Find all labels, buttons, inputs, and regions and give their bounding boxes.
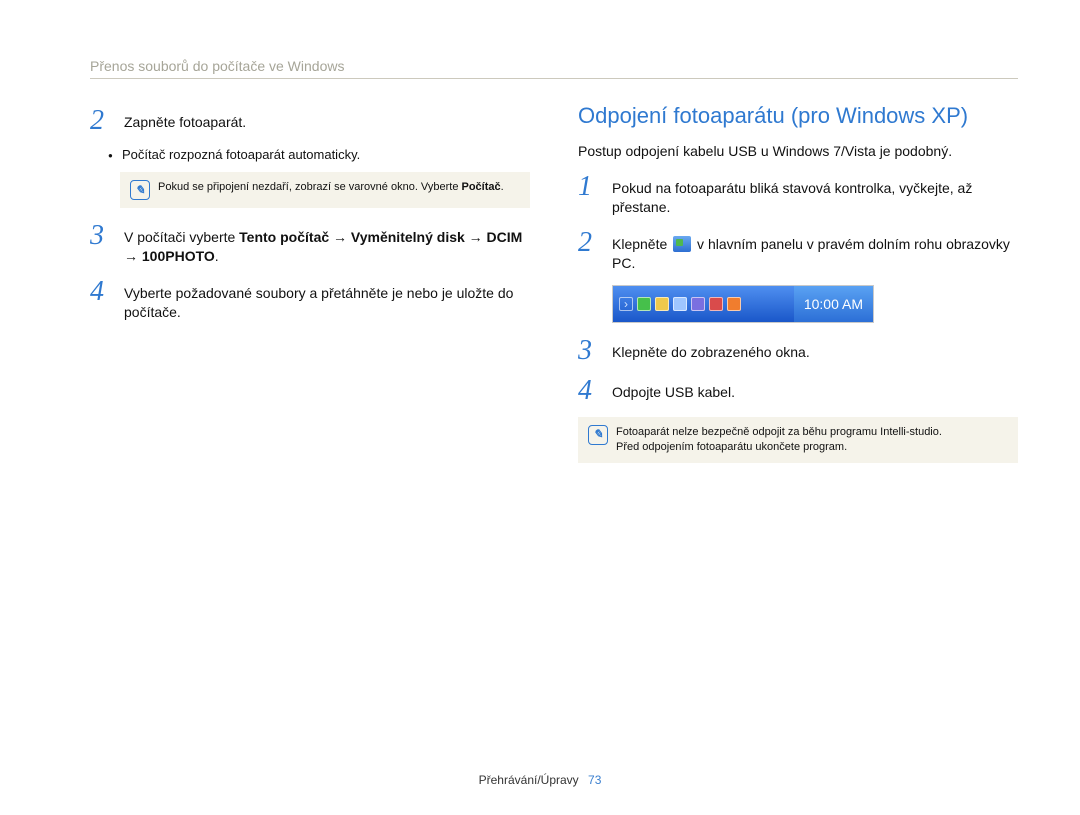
step3-tail: .: [215, 248, 219, 264]
content-columns: 2 Zapněte fotoaparát. Počítač rozpozná f…: [90, 103, 1018, 477]
note-line1: Fotoaparát nelze bezpečně odpojit za běh…: [616, 426, 942, 438]
tray-icon: [673, 297, 687, 311]
page-footer: Přehrávání/Úpravy 73: [0, 773, 1080, 787]
taskbar-clock: 10:00 AM: [794, 286, 873, 322]
step2-tail: v hlavním panelu v pravém dolním rohu ob…: [612, 236, 1010, 271]
note-text-tail: .: [501, 181, 504, 193]
step2-lead: Klepněte: [612, 236, 671, 252]
step-number: 4: [90, 278, 112, 322]
step-text: Vyberte požadované soubory a přetáhněte …: [124, 278, 530, 322]
right-column: Odpojení fotoaparátu (pro Windows XP) Po…: [578, 103, 1018, 477]
note-line2: Před odpojením fotoaparátu ukončete prog…: [616, 441, 847, 453]
step-text: Klepněte v hlavním panelu v pravém dolní…: [612, 229, 1018, 273]
right-step-2: 2 Klepněte v hlavním panelu v pravém dol…: [578, 229, 1018, 273]
step-text: Zapněte fotoaparát.: [124, 107, 246, 135]
note-icon: ✎: [130, 180, 150, 200]
left-note: ✎ Pokud se připojení nezdaří, zobrazí se…: [120, 172, 530, 208]
right-step-3: 3 Klepněte do zobrazeného okna.: [578, 337, 1018, 365]
step-number: 1: [578, 173, 600, 217]
step-number: 2: [578, 229, 600, 273]
note-text: Pokud se připojení nezdaří, zobrazí se v…: [158, 180, 504, 195]
page-header: Přenos souborů do počítače ve Windows: [90, 58, 1018, 74]
right-step-4: 4 Odpojte USB kabel.: [578, 377, 1018, 405]
step-text: Pokud na fotoaparátu bliká stavová kontr…: [612, 173, 1018, 217]
header-rule: [90, 78, 1018, 79]
left-step-4: 4 Vyberte požadované soubory a přetáhnět…: [90, 278, 530, 322]
step3-lead: V počítači vyberte: [124, 229, 239, 245]
tray-shield-icon: [655, 297, 669, 311]
tray-icon: [637, 297, 651, 311]
note-text: Fotoaparát nelze bezpečně odpojit za běh…: [616, 425, 942, 456]
right-step-1: 1 Pokud na fotoaparátu bliká stavová kon…: [578, 173, 1018, 217]
left-step-3: 3 V počítači vyberte Tento počítač → Vym…: [90, 222, 530, 266]
footer-page-number: 73: [588, 773, 601, 787]
left-column: 2 Zapněte fotoaparát. Počítač rozpozná f…: [90, 103, 530, 477]
step-number: 3: [90, 222, 112, 266]
section-title: Odpojení fotoaparátu (pro Windows XP): [578, 103, 1018, 129]
footer-section: Přehrávání/Úpravy: [479, 773, 579, 787]
safely-remove-icon: [673, 236, 691, 252]
step-number: 3: [578, 337, 600, 365]
right-note: ✎ Fotoaparát nelze bezpečně odpojit za b…: [578, 417, 1018, 464]
note-icon: ✎: [588, 425, 608, 445]
section-lead: Postup odpojení kabelu USB u Windows 7/V…: [578, 143, 1018, 159]
left-step-2: 2 Zapněte fotoaparát.: [90, 107, 530, 135]
step-number: 2: [90, 107, 112, 135]
tray-icon: [727, 297, 741, 311]
tray-icon: [691, 297, 705, 311]
taskbar-screenshot: › 10:00 AM: [612, 285, 874, 323]
step-text: V počítači vyberte Tento počítač → Vyměn…: [124, 222, 530, 266]
tray-expand-icon: ›: [619, 297, 633, 311]
note-text-part: Pokud se připojení nezdaří, zobrazí se v…: [158, 181, 462, 193]
system-tray: ›: [613, 286, 794, 322]
left-bullet: Počítač rozpozná fotoaparát automaticky.: [90, 147, 530, 162]
step-number: 4: [578, 377, 600, 405]
step-text: Odpojte USB kabel.: [612, 377, 735, 405]
step-text: Klepněte do zobrazeného okna.: [612, 337, 810, 365]
tray-volume-icon: [709, 297, 723, 311]
note-text-bold: Počítač: [462, 181, 501, 193]
